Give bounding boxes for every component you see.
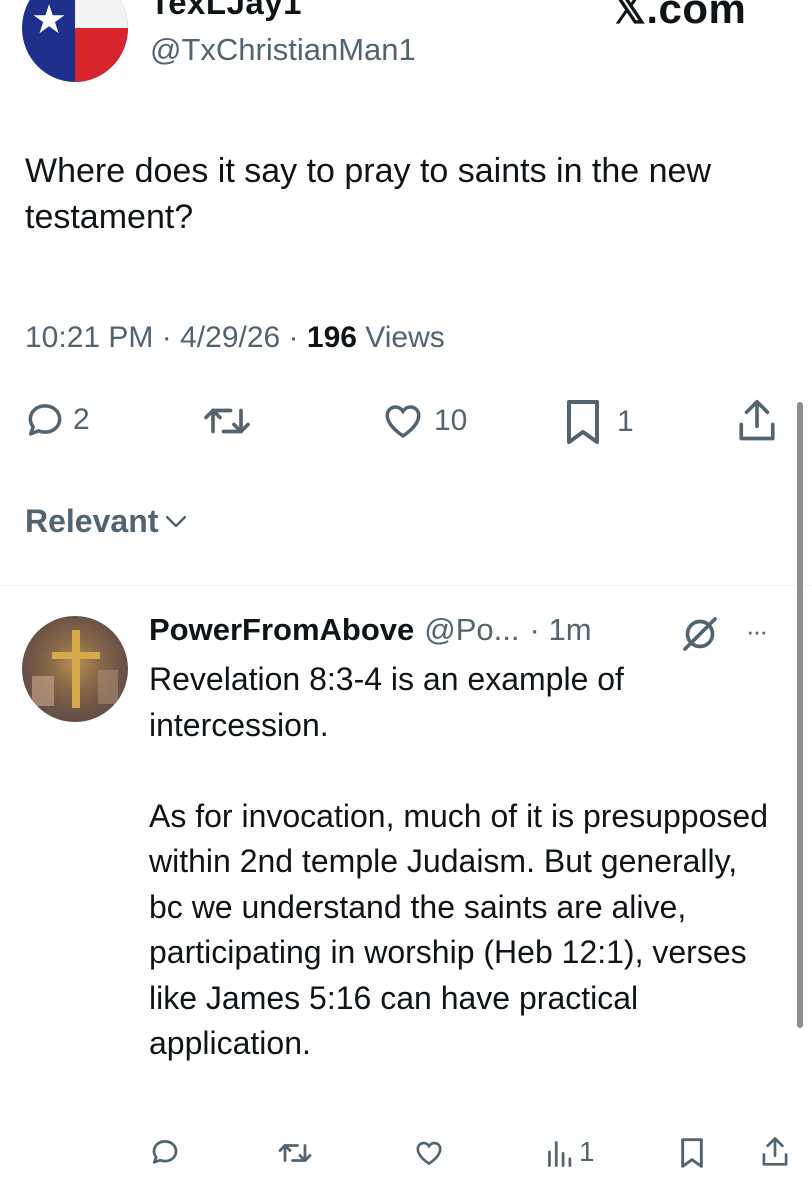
bookmark-icon (681, 1138, 703, 1168)
like-icon (416, 1141, 442, 1166)
author-handle[interactable]: @TxChristianMan1 (150, 32, 416, 68)
views-label: Views (365, 321, 445, 354)
reply-like-button[interactable] (413, 1138, 445, 1168)
bookmark-count: 1 (617, 405, 634, 438)
author-avatar[interactable]: ★ (22, 0, 128, 82)
author-display-name[interactable]: TexLJay1 (150, 0, 302, 22)
share-button[interactable] (736, 398, 778, 444)
bookmark-icon (567, 400, 599, 444)
post-meta: 10:21 PM · 4/29/26 · 196 Views (25, 321, 445, 355)
meta-separator: · (161, 321, 172, 354)
sort-dropdown[interactable]: Relevant (25, 503, 188, 540)
meta-separator: · (288, 321, 299, 354)
grok-icon (683, 617, 717, 651)
reply-header: PowerFromAbove @Po... · 1m (149, 612, 592, 648)
reply-repost-button[interactable] (273, 1138, 317, 1168)
reply-icon (28, 404, 62, 436)
more-icon: ··· (746, 616, 768, 646)
reply-button[interactable]: 2 (25, 400, 90, 440)
post-time[interactable]: 10:21 PM (25, 321, 153, 354)
like-count: 10 (434, 404, 468, 437)
views-icon (548, 1141, 572, 1167)
reply-bookmark-button[interactable] (678, 1137, 706, 1169)
reply-views-count: 1 (579, 1136, 595, 1167)
star-icon: ★ (31, 0, 67, 42)
reply-share-button[interactable] (760, 1136, 790, 1168)
more-button[interactable]: ··· (746, 616, 768, 647)
repost-icon (278, 1144, 312, 1162)
repost-icon (204, 408, 250, 434)
reply-author-avatar[interactable] (22, 616, 128, 722)
post-date[interactable]: 4/29/26 (180, 321, 280, 354)
reply-views-button[interactable]: 1 (545, 1136, 595, 1168)
reply-text: Revelation 8:3-4 is an example of interc… (149, 661, 768, 1061)
post-text: Where does it say to pray to saints in t… (25, 152, 712, 236)
reply-icon (152, 1140, 178, 1164)
sort-label: Relevant (25, 503, 159, 539)
divider (0, 585, 812, 586)
scrollbar[interactable] (797, 402, 803, 1028)
brand-watermark: 𝕏.com (612, 0, 747, 32)
like-button[interactable]: 10 (381, 400, 467, 442)
reply-time[interactable]: · 1m (530, 612, 592, 648)
repost-button[interactable] (196, 400, 258, 442)
grok-button[interactable] (680, 614, 720, 654)
views-count: 196 (306, 321, 357, 354)
reply-handle[interactable]: @Po... (424, 612, 519, 648)
like-icon (385, 405, 421, 438)
bookmark-button[interactable]: 1 (563, 398, 634, 446)
share-icon (739, 399, 775, 441)
chevron-down-icon (166, 515, 187, 527)
reply-reply-button[interactable] (150, 1137, 180, 1167)
share-icon (762, 1137, 788, 1166)
reply-count: 2 (73, 403, 90, 436)
reply-display-name[interactable]: PowerFromAbove (149, 612, 414, 648)
